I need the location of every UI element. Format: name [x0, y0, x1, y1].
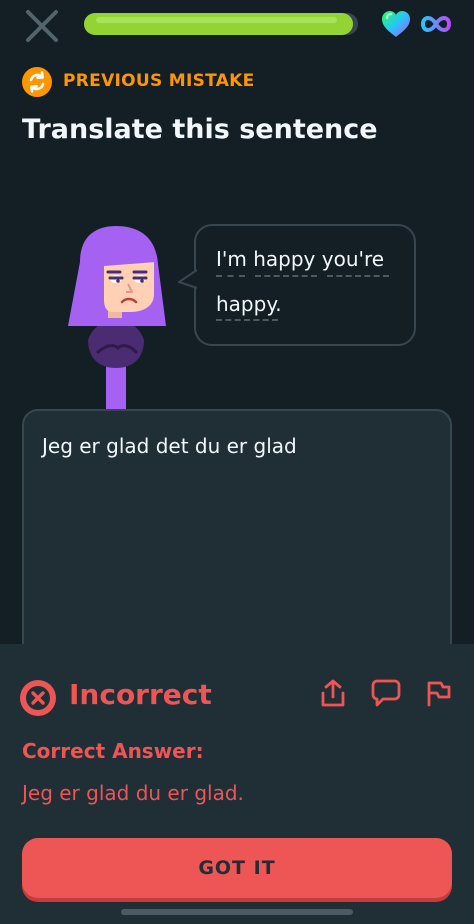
answer-text: Jeg er glad det du er glad: [42, 434, 297, 458]
correct-answer-text: Jeg er glad du er glad.: [22, 781, 244, 805]
character-illustration: [68, 226, 166, 412]
flag-icon: [427, 681, 451, 707]
comment-icon: [371, 679, 401, 707]
x-circle-icon: [20, 680, 56, 716]
infinity-icon: [421, 15, 451, 33]
got-it-button[interactable]: GOT IT: [22, 838, 452, 898]
prompt-sentence-line2: happy.: [216, 292, 282, 316]
word-hint-underline[interactable]: [216, 319, 278, 321]
close-button[interactable]: [22, 6, 62, 46]
share-button[interactable]: [317, 677, 349, 709]
speech-bubble: [194, 224, 416, 346]
heart-icon: [382, 11, 410, 37]
report-flag-button[interactable]: [421, 677, 453, 709]
share-icon: [321, 679, 345, 707]
got-it-label: GOT IT: [198, 857, 276, 879]
previous-mistake-label: PREVIOUS MISTAKE: [63, 71, 255, 91]
comment-button[interactable]: [369, 677, 401, 709]
home-indicator[interactable]: [121, 909, 353, 915]
prompt-sentence-line1: I'm happy you're: [216, 247, 385, 271]
feedback-status: Incorrect: [69, 678, 212, 711]
progress-highlight: [96, 17, 337, 23]
word-hint-underline[interactable]: [216, 275, 245, 277]
page-title: Translate this sentence: [22, 114, 378, 145]
close-icon: [26, 10, 58, 42]
refresh-icon: [22, 67, 52, 97]
word-hint-underline[interactable]: [255, 275, 317, 277]
speech-bubble-tail: [178, 269, 198, 289]
correct-answer-heading: Correct Answer:: [22, 739, 204, 763]
word-hint-underline[interactable]: [327, 275, 389, 277]
